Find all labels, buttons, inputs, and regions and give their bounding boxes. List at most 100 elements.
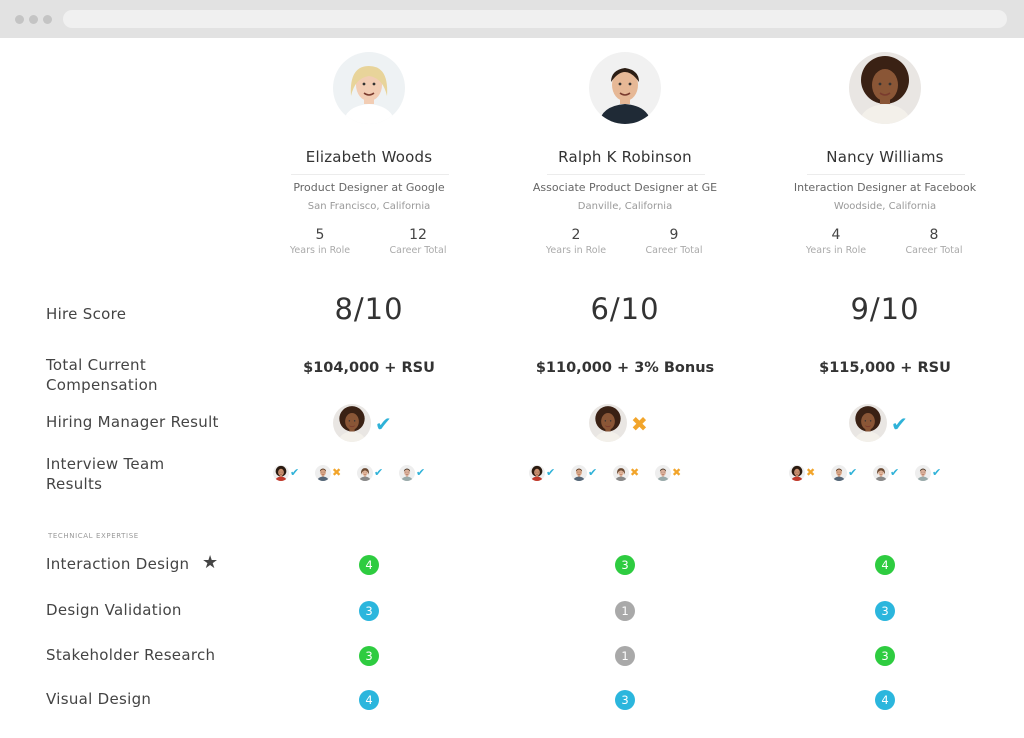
candidate-location: San Francisco, California (307, 201, 431, 212)
interviewer-result[interactable]: ✔ (915, 464, 955, 484)
skill-rating-badge: 3 (359, 646, 379, 666)
skill-label: Interaction Design (46, 555, 190, 573)
interview-team-results: ✔ ✔ ✖ ✖ (529, 464, 729, 484)
interviewer-avatar (315, 465, 331, 481)
skill-rating-badge: 1 (615, 646, 635, 666)
interviewer-result[interactable]: ✔ (399, 464, 439, 484)
compensation-value: $110,000 + 3% Bonus (535, 360, 715, 376)
divider (291, 174, 449, 175)
candidate-location: Woodside, California (833, 201, 937, 212)
years-in-role-stat: 2 Years in Role (531, 227, 621, 256)
interviewer-result[interactable]: ✔ (873, 464, 913, 484)
career-total-value: 8 (929, 227, 939, 243)
candidate-avatar[interactable] (333, 52, 405, 124)
career-total-label: Career Total (645, 245, 703, 256)
check-icon: ✔ (374, 466, 384, 479)
interview-team-results: ✔ ✖ ✔ ✔ (273, 464, 473, 484)
window-dot-icon[interactable] (29, 15, 38, 24)
hire-score-value: 9/10 (850, 292, 920, 326)
total-compensation-label: Total Current Compensation (46, 356, 158, 394)
candidate-title: Interaction Designer at Facebook (793, 181, 977, 194)
skill-rating-badge: 3 (875, 646, 895, 666)
check-icon: ✔ (890, 466, 900, 479)
browser-chrome (0, 0, 1024, 38)
skill-label: Stakeholder Research (46, 646, 216, 664)
interviewer-avatar (655, 465, 671, 481)
interviewer-result[interactable]: ✖ (315, 464, 355, 484)
check-icon: ✔ (848, 466, 858, 479)
address-bar[interactable] (63, 10, 1007, 28)
cross-icon: ✖ (672, 466, 682, 479)
section-heading: TECHNICAL EXPERTISE (48, 532, 139, 540)
career-total-stat: 8 Career Total (889, 227, 979, 256)
candidate-name[interactable]: Nancy Williams (765, 148, 1005, 166)
hiring-manager-label: Hiring Manager Result (46, 413, 219, 431)
candidate-name[interactable]: Elizabeth Woods (249, 148, 489, 166)
interviewer-result[interactable]: ✖ (655, 464, 695, 484)
hiring-manager-avatar (849, 404, 887, 442)
skill-rating-badge: 4 (359, 690, 379, 710)
hiring-manager-result[interactable]: ✔ (333, 404, 423, 444)
cross-icon: ✖ (630, 466, 640, 479)
interviewer-result[interactable]: ✔ (529, 464, 569, 484)
hiring-manager-avatar (333, 404, 371, 442)
years-in-role-value: 5 (315, 227, 325, 243)
cross-icon: ✖ (332, 466, 342, 479)
skill-rating-badge: 1 (615, 601, 635, 621)
interviewer-avatar (357, 465, 373, 481)
candidate-avatar[interactable] (589, 52, 661, 124)
years-in-role-label: Years in Role (289, 245, 351, 256)
interviewer-result[interactable]: ✔ (273, 464, 313, 484)
interviewer-avatar (613, 465, 629, 481)
divider (807, 174, 965, 175)
check-icon: ✔ (416, 466, 426, 479)
compensation-value: $104,000 + RSU (303, 360, 435, 376)
hiring-manager-result[interactable]: ✔ (849, 404, 939, 444)
candidate-avatar[interactable] (849, 52, 921, 124)
interview-team-label: Interview Team Results (46, 455, 165, 493)
hire-score-value: 8/10 (334, 292, 404, 326)
candidate-title: Product Designer at Google (293, 181, 445, 194)
interviewer-result[interactable]: ✔ (571, 464, 611, 484)
skill-rating-badge: 3 (615, 555, 635, 575)
interviewer-result[interactable]: ✖ (613, 464, 653, 484)
career-total-label: Career Total (389, 245, 447, 256)
years-in-role-value: 2 (571, 227, 581, 243)
hiring-manager-result[interactable]: ✖ (589, 404, 679, 444)
interviewer-avatar (873, 465, 889, 481)
check-icon: ✔ (588, 466, 598, 479)
check-icon: ✔ (891, 412, 908, 436)
check-icon: ✔ (375, 412, 392, 436)
skill-label: Visual Design (46, 690, 152, 708)
skill-rating-badge: 4 (875, 555, 895, 575)
interviewer-avatar (399, 465, 415, 481)
skill-rating-badge: 4 (875, 690, 895, 710)
hire-score-label: Hire Score (46, 305, 127, 323)
candidate-title: Associate Product Designer at GE (532, 181, 718, 194)
interviewer-result[interactable]: ✔ (357, 464, 397, 484)
hiring-manager-avatar (589, 404, 627, 442)
career-total-value: 9 (669, 227, 679, 243)
years-in-role-label: Years in Role (805, 245, 867, 256)
candidate-name[interactable]: Ralph K Robinson (505, 148, 745, 166)
career-total-stat: 12 Career Total (373, 227, 463, 256)
window-dot-icon[interactable] (43, 15, 52, 24)
check-icon: ✔ (546, 466, 556, 479)
years-in-role-value: 4 (831, 227, 841, 243)
years-in-role-label: Years in Role (545, 245, 607, 256)
skill-rating-badge: 4 (359, 555, 379, 575)
interviewer-avatar (789, 465, 805, 481)
interviewer-avatar (529, 465, 545, 481)
comparison-page: Hire Score Total Current Compensation Hi… (0, 38, 1024, 738)
career-total-value: 12 (409, 227, 427, 243)
candidate-location: Danville, California (577, 201, 673, 212)
interviewer-result[interactable]: ✔ (831, 464, 871, 484)
interviewer-result[interactable]: ✖ (789, 464, 829, 484)
interviewer-avatar (915, 465, 931, 481)
window-dot-icon[interactable] (15, 15, 24, 24)
check-icon: ✔ (932, 466, 942, 479)
interviewer-avatar (831, 465, 847, 481)
skill-rating-badge: 3 (359, 601, 379, 621)
interviewer-avatar (273, 465, 289, 481)
hire-score-value: 6/10 (590, 292, 660, 326)
